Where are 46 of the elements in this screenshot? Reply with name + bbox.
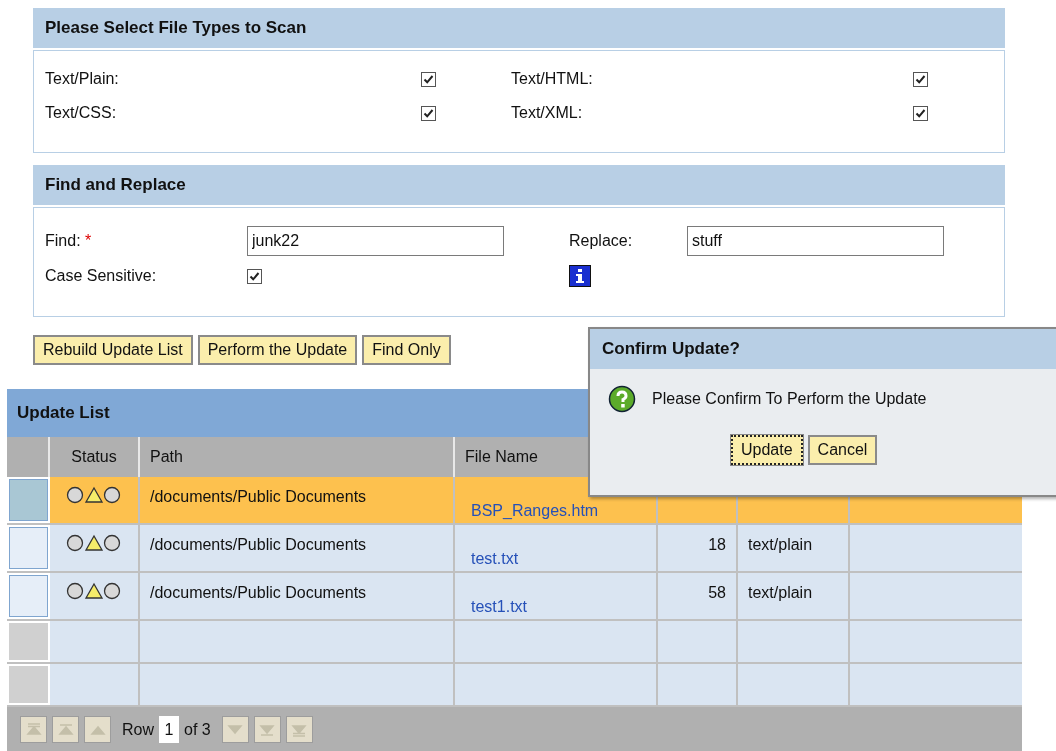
field-label: Replace:	[569, 231, 634, 251]
table-cell: /documents/Public Documents	[140, 525, 455, 571]
field-label: Case Sensitive:	[45, 266, 158, 286]
action-button[interactable]: Rebuild Update List	[33, 335, 193, 365]
field-label: Text/XML:	[511, 103, 584, 123]
status-lights-icon	[66, 582, 122, 600]
table-cell: text/plain	[738, 525, 850, 571]
row-selector[interactable]	[9, 527, 48, 569]
row-selector	[9, 666, 48, 703]
question-icon	[608, 385, 636, 413]
dialog-button[interactable]: Cancel	[807, 435, 878, 465]
status-lights-icon	[66, 534, 122, 552]
checkbox[interactable]	[247, 268, 262, 284]
field-label: Find: *	[45, 231, 93, 251]
checkbox[interactable]	[913, 71, 928, 87]
file-link[interactable]: BSP_Ranges.htm	[471, 502, 599, 519]
table-cell: text/plain	[738, 573, 850, 619]
dialog-message: Please Confirm To Perform the Update	[652, 389, 927, 409]
pager-label: Row	[122, 720, 154, 740]
row-selector[interactable]	[9, 575, 48, 617]
table-cell: /documents/Public Documents	[140, 477, 455, 523]
info-icon[interactable]	[569, 265, 591, 287]
file-link[interactable]: test1.txt	[471, 598, 528, 615]
field-label: Text/Plain:	[45, 69, 120, 89]
dialog-button[interactable]: Update	[731, 435, 803, 465]
row-number-field[interactable]: 1	[159, 716, 179, 743]
status-lights-icon	[66, 486, 122, 504]
replace-field[interactable]: stuff	[687, 226, 944, 256]
checkbox[interactable]	[421, 71, 436, 87]
field-label: Text/HTML:	[511, 69, 594, 89]
table-cell: 18	[658, 525, 738, 571]
action-button[interactable]: Find Only	[362, 335, 451, 365]
section-header: Find and Replace	[33, 165, 1005, 205]
action-button[interactable]: Perform the Update	[197, 335, 358, 365]
checkbox[interactable]	[421, 105, 436, 121]
file-link[interactable]: test.txt	[471, 550, 519, 567]
row-selector	[9, 623, 48, 660]
section-header: Please Select File Types to Scan	[33, 8, 1005, 48]
checkbox[interactable]	[913, 105, 928, 121]
pager-label: of 3	[184, 720, 211, 740]
table-cell: 58	[658, 573, 738, 619]
field-label: Text/CSS:	[45, 103, 118, 123]
find-field[interactable]: junk22	[247, 226, 504, 256]
row-selector[interactable]	[9, 479, 48, 521]
dialog-title: Confirm Update?	[590, 329, 1056, 369]
table-cell: /documents/Public Documents	[140, 573, 455, 619]
